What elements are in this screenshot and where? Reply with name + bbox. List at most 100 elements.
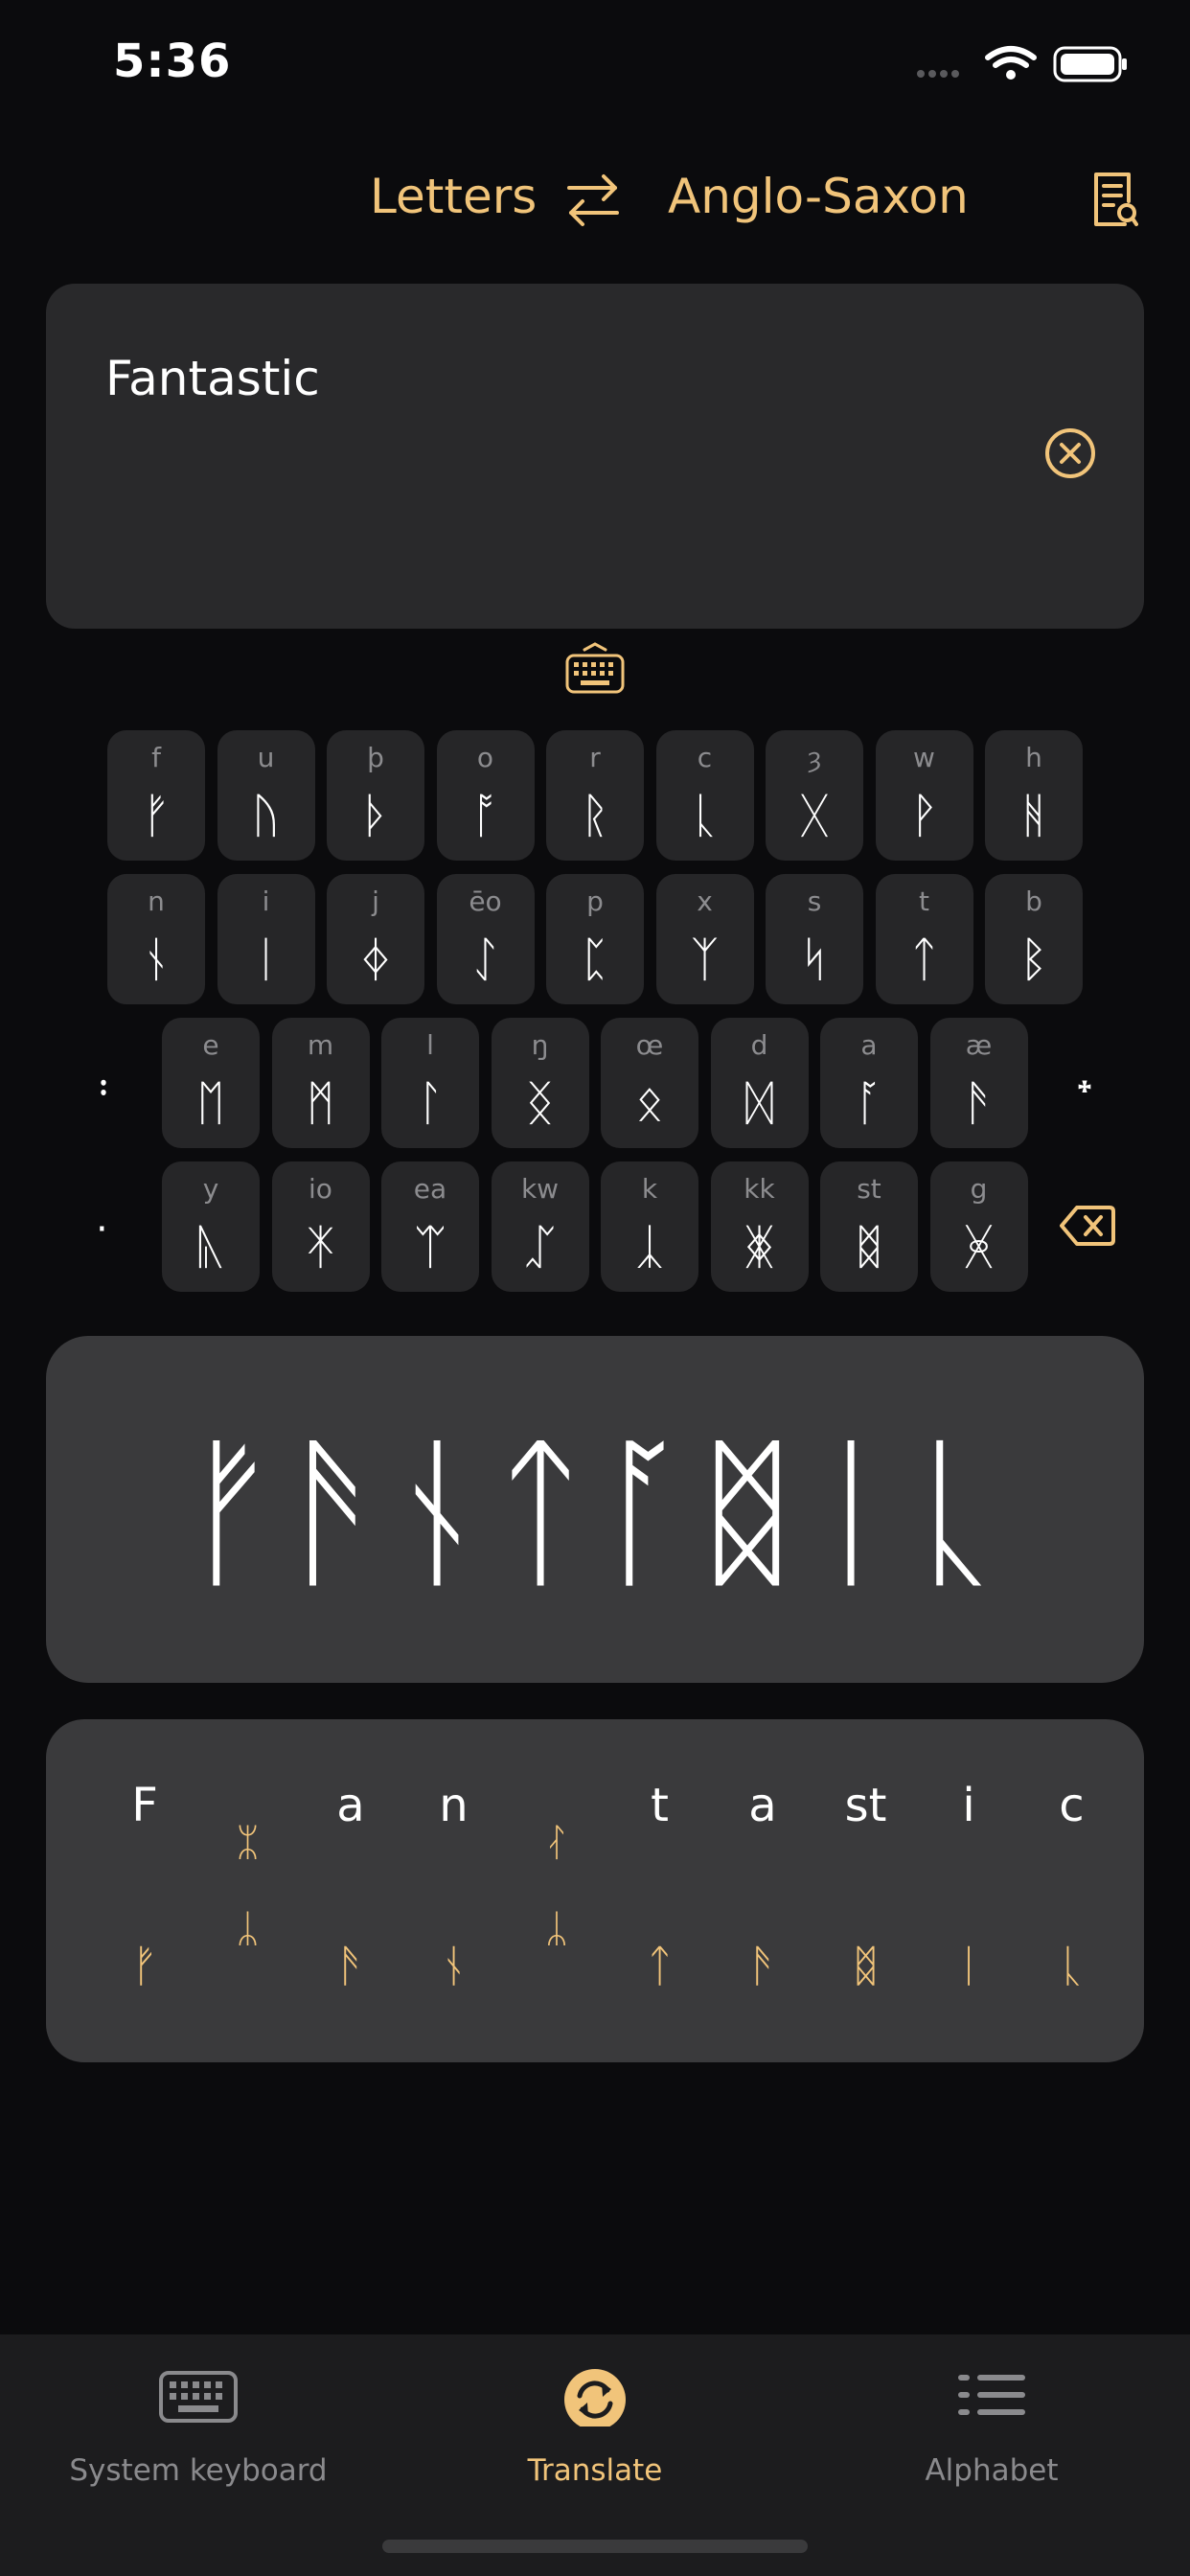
rune-key-latin-label: n xyxy=(148,886,165,917)
rune-key-latin-label: c xyxy=(697,742,713,773)
rune-key[interactable]: ea ᛠ xyxy=(381,1162,479,1292)
swap-arrows-icon[interactable] xyxy=(565,171,621,230)
rune-key[interactable]: yᚣ xyxy=(162,1162,260,1292)
list-icon xyxy=(958,2375,1025,2415)
rune-key-glyph: ᛡ xyxy=(306,1219,335,1275)
rune-key-glyph: ᛒ xyxy=(1019,932,1048,987)
rune-key-glyph: ᛁ xyxy=(251,932,281,987)
rune-key-latin-label: d xyxy=(750,1029,768,1061)
breakdown-latin: a xyxy=(336,1779,365,1832)
rune-key-glyph: ᚩ xyxy=(470,788,500,843)
rune-key-latin-label: o xyxy=(476,742,494,773)
breakdown-latin: t xyxy=(651,1779,669,1832)
rune-key[interactable]: ȝᚷ xyxy=(766,730,863,861)
colon-key[interactable]: ᛬ xyxy=(92,1066,115,1110)
rune-key-glyph: ᚪ xyxy=(855,1075,883,1131)
clear-icon[interactable] xyxy=(1044,427,1096,479)
rune-key[interactable]: dᛞ xyxy=(710,1018,809,1148)
dot-key[interactable]: · xyxy=(96,1208,108,1252)
tab-label: Translate xyxy=(527,2453,663,2488)
rune-key-glyph: ᛠ xyxy=(416,1219,445,1275)
rune-key[interactable]: bᛒ xyxy=(985,874,1083,1004)
rune-key-glyph: ᛈ xyxy=(581,932,609,987)
rune-key[interactable]: nᚾ xyxy=(107,874,205,1004)
rune-key-glyph: ᛉ xyxy=(690,932,720,987)
rune-key[interactable]: ēo ᛇ xyxy=(436,874,535,1004)
rune-key[interactable]: jᛄ xyxy=(327,874,424,1004)
tab-system-keyboard[interactable]: System keyboard xyxy=(0,2334,397,2576)
cross-key[interactable]: ᛭ xyxy=(1073,1066,1096,1110)
rune-key-latin-label: s xyxy=(807,886,822,917)
breakdown-latin: F xyxy=(131,1779,158,1832)
rune-key[interactable]: wᚹ xyxy=(875,730,973,861)
rune-key[interactable]: æᚫ xyxy=(929,1018,1028,1148)
rune-key-glyph: ᚦ xyxy=(361,788,390,843)
keyboard-icon xyxy=(159,2371,238,2423)
rune-key[interactable]: lᛚ xyxy=(381,1018,479,1148)
rune-key[interactable]: uᚢ xyxy=(217,730,315,861)
rune-key[interactable]: eᛖ xyxy=(162,1018,260,1148)
rune-key-glyph: ᛤ xyxy=(744,1219,774,1275)
rune-key[interactable]: io ᛡ xyxy=(271,1162,370,1292)
rune-key[interactable]: fᚠ xyxy=(107,730,205,861)
rune-key-latin-label: þ xyxy=(367,742,384,773)
target-language-button[interactable]: Anglo-Saxon xyxy=(668,169,969,224)
rune-key-latin-label: kw xyxy=(520,1173,560,1205)
rune-key[interactable]: sᛋ xyxy=(766,874,863,1004)
rune-key[interactable]: pᛈ xyxy=(546,874,644,1004)
rune-key-latin-label: ea xyxy=(413,1173,447,1205)
text-input-card[interactable]: Fantastic xyxy=(46,284,1144,629)
backspace-icon[interactable] xyxy=(1060,1204,1115,1248)
breakdown-variant-rune: ᛯ xyxy=(236,1821,260,1865)
rune-key-glyph: ᛟ xyxy=(635,1075,664,1131)
keyboard-toggle-icon[interactable] xyxy=(565,640,625,696)
document-search-icon[interactable] xyxy=(1090,171,1138,230)
rune-key[interactable]: oᚩ xyxy=(436,730,535,861)
rune-key-glyph: ᚾ xyxy=(142,932,171,987)
rune-key-glyph: ᛋ xyxy=(800,932,829,987)
breakdown-rune: ᚠ xyxy=(131,1940,158,1991)
tab-label: System keyboard xyxy=(69,2453,328,2488)
rune-key-latin-label: kk xyxy=(744,1173,775,1205)
breakdown-rune: ᛁ xyxy=(955,1940,982,1991)
rune-key-glyph: ᛖ xyxy=(196,1075,225,1131)
rune-key-latin-label: f xyxy=(151,742,161,773)
rune-key-glyph: ᛏ xyxy=(909,932,939,987)
rune-key[interactable]: rᚱ xyxy=(546,730,644,861)
rune-key[interactable]: tᛏ xyxy=(875,874,973,1004)
rune-key-latin-label: æ xyxy=(965,1029,993,1061)
rune-key[interactable]: þᚦ xyxy=(327,730,424,861)
rune-key-glyph: ᛥ xyxy=(855,1219,883,1275)
source-language-button[interactable]: Letters xyxy=(370,169,537,224)
breakdown-rune: ᛥ xyxy=(852,1940,880,1991)
rune-key[interactable]: ŋᛝ xyxy=(491,1018,589,1148)
tab-alphabet[interactable]: Alphabet xyxy=(793,2334,1190,2576)
breakdown-rune: ᚫ xyxy=(749,1940,776,1991)
rune-key-glyph: ᛗ xyxy=(306,1075,335,1131)
rune-key[interactable]: mᛗ xyxy=(271,1018,370,1148)
breakdown-latin: i xyxy=(962,1779,975,1832)
rune-key-glyph: ᚣ xyxy=(196,1219,225,1275)
cellular-signal-icon xyxy=(917,70,959,78)
text-input[interactable]: Fantastic xyxy=(105,351,320,406)
rune-key[interactable]: xᛉ xyxy=(655,874,754,1004)
rune-key[interactable]: kk ᛤ xyxy=(710,1162,809,1292)
rune-key[interactable]: œᛟ xyxy=(601,1018,698,1148)
battery-icon xyxy=(1053,46,1127,82)
rune-key-latin-label: y xyxy=(202,1173,219,1205)
rune-key[interactable]: hᚻ xyxy=(985,730,1083,861)
rune-key[interactable]: gᚸ xyxy=(929,1162,1028,1292)
rune-output-text: ᚠᚫᚾᛏᚪᛥᛁᚳ xyxy=(180,1418,1009,1608)
rune-key[interactable]: kw ᛢ xyxy=(491,1162,589,1292)
rune-key[interactable]: st ᛥ xyxy=(820,1162,918,1292)
rune-key[interactable]: iᛁ xyxy=(217,874,315,1004)
rune-key-glyph: ᛞ xyxy=(744,1075,774,1131)
home-indicator xyxy=(382,2540,808,2553)
rune-key-latin-label: e xyxy=(202,1029,219,1061)
breakdown-rune: ᚳ xyxy=(1058,1940,1086,1991)
breakdown-latin: a xyxy=(748,1779,777,1832)
rune-key[interactable]: cᚳ xyxy=(655,730,754,861)
rune-key[interactable]: aᚪ xyxy=(820,1018,918,1148)
rune-key[interactable]: kᛣ xyxy=(601,1162,698,1292)
status-icons xyxy=(917,46,1127,82)
